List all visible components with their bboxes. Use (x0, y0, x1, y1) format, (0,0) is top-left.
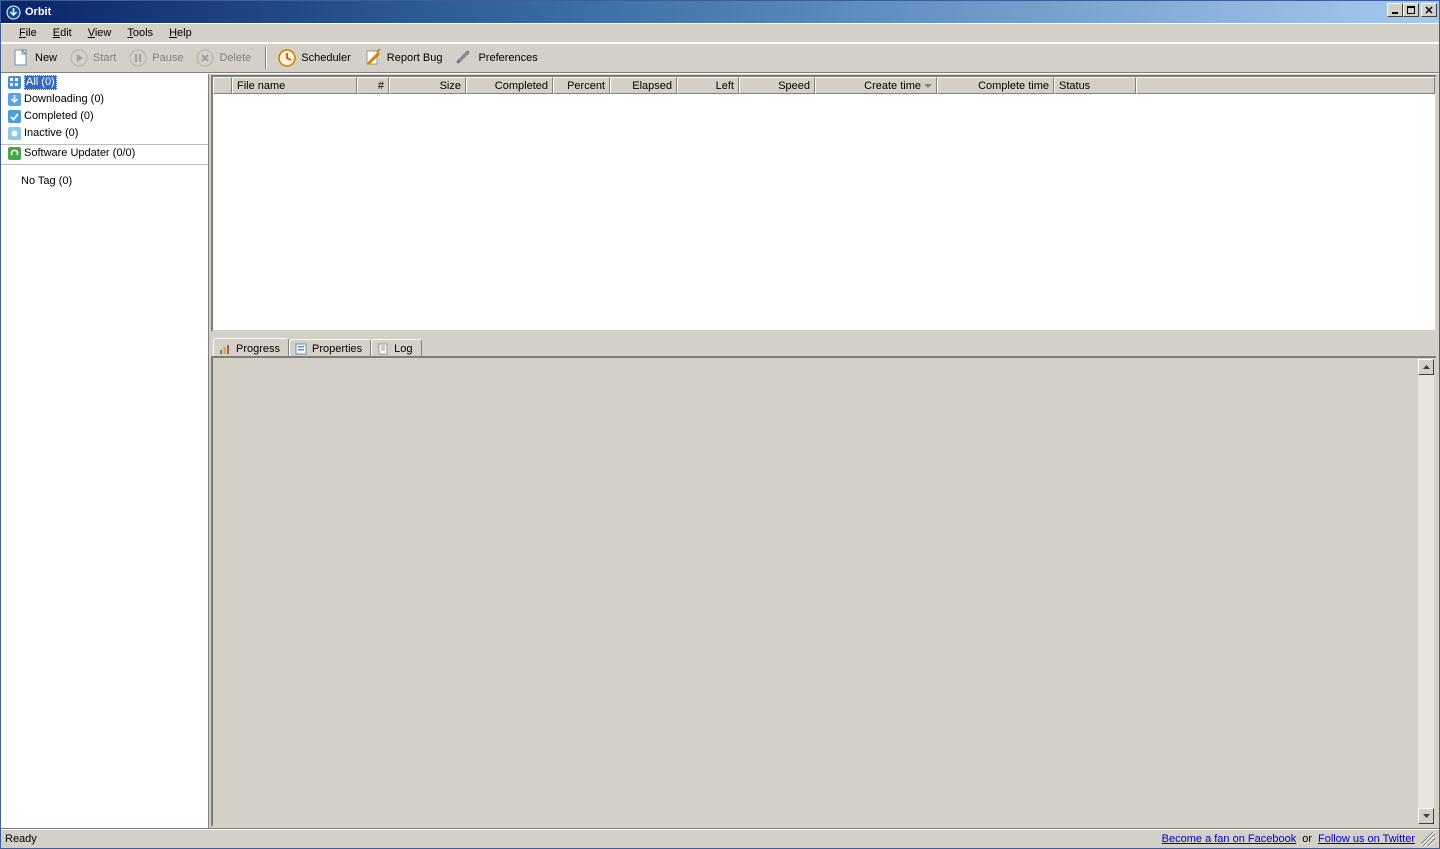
menubar: File Edit View Tools Help (1, 23, 1439, 43)
col-completed[interactable]: Completed (466, 77, 553, 94)
log-icon (376, 342, 390, 356)
col-left[interactable]: Left (677, 77, 739, 94)
sidebar-item-downloading[interactable]: Downloading (0) (1, 91, 208, 108)
sidebar-item-no-tag[interactable]: No Tag (0) (1, 173, 208, 190)
titlebar[interactable]: Orbit (1, 1, 1439, 23)
tab-properties-label: Properties (312, 343, 362, 355)
new-label: New (35, 52, 57, 64)
col-size[interactable]: Size (389, 77, 466, 94)
sidebar-item-inactive[interactable]: Inactive (0) (1, 125, 208, 142)
sidebar-label-completed: Completed (0) (24, 109, 94, 124)
tab-log[interactable]: Log (371, 339, 421, 356)
toolbar-separator (265, 47, 267, 69)
col-create-time[interactable]: Create time (815, 77, 937, 94)
detail-tabs: Progress Properties Log (211, 335, 1437, 356)
sort-desc-icon (924, 84, 932, 88)
toolbar: New Start Pause Delete Scheduler (1, 43, 1439, 73)
twitter-link[interactable]: Follow us on Twitter (1318, 833, 1415, 845)
minimize-button[interactable] (1387, 3, 1403, 17)
facebook-link[interactable]: Become a fan on Facebook (1162, 833, 1297, 845)
col-percent[interactable]: Percent (553, 77, 610, 94)
col-filler (1136, 77, 1435, 94)
download-list: File name # Size Completed Percent Elaps… (211, 75, 1437, 332)
tab-properties[interactable]: Properties (289, 339, 371, 356)
delete-button[interactable]: Delete (193, 46, 257, 70)
maximize-button[interactable] (1403, 3, 1419, 17)
tab-log-label: Log (394, 343, 412, 355)
clock-icon (277, 48, 297, 68)
col-status[interactable]: Status (1054, 77, 1136, 94)
preferences-label: Preferences (478, 52, 537, 64)
tools-icon (454, 48, 474, 68)
bug-icon (363, 48, 383, 68)
start-label: Start (93, 52, 116, 64)
delete-label: Delete (219, 52, 251, 64)
pause-label: Pause (152, 52, 183, 64)
detail-scrollbar[interactable] (1418, 359, 1434, 824)
resize-grip[interactable] (1421, 832, 1435, 846)
list-body[interactable] (213, 94, 1435, 330)
new-button[interactable]: New (9, 46, 63, 70)
report-bug-button[interactable]: Report Bug (361, 46, 449, 70)
sidebar-label-all: All (0) (24, 75, 57, 90)
scroll-track[interactable] (1418, 375, 1434, 808)
menu-edit[interactable]: Edit (45, 25, 80, 41)
chart-icon (218, 342, 232, 356)
sidebar-label-downloading: Downloading (0) (24, 92, 104, 107)
col-speed[interactable]: Speed (739, 77, 815, 94)
col-complete-time[interactable]: Complete time (937, 77, 1054, 94)
inactive-icon (7, 127, 21, 141)
updater-icon (7, 147, 21, 161)
pause-button[interactable]: Pause (126, 46, 189, 70)
menu-help[interactable]: Help (161, 25, 200, 41)
sidebar-item-completed[interactable]: Completed (0) (1, 108, 208, 125)
play-icon (69, 48, 89, 68)
report-bug-label: Report Bug (387, 52, 443, 64)
sidebar: All (0) Downloading (0) Completed (0) (1, 74, 209, 828)
delete-icon (195, 48, 215, 68)
app-icon (5, 4, 21, 20)
grid-icon (7, 76, 21, 90)
sidebar-label-no-tag: No Tag (0) (21, 174, 72, 189)
statusbar: Ready Become a fan on Facebook or Follow… (1, 828, 1439, 848)
scheduler-button[interactable]: Scheduler (275, 46, 357, 70)
properties-icon (294, 342, 308, 356)
scheduler-label: Scheduler (301, 52, 351, 64)
new-icon (11, 48, 31, 68)
status-or: or (1302, 833, 1312, 845)
menu-file[interactable]: File (11, 25, 45, 41)
tab-progress[interactable]: Progress (213, 338, 289, 357)
close-button[interactable] (1421, 3, 1437, 17)
scroll-up-button[interactable] (1418, 359, 1434, 375)
status-text: Ready (5, 833, 37, 845)
tab-progress-label: Progress (236, 343, 280, 355)
sidebar-label-updater: Software Updater (0/0) (24, 146, 135, 161)
window-title: Orbit (25, 6, 51, 18)
col-blank[interactable] (213, 77, 232, 94)
preferences-button[interactable]: Preferences (452, 46, 543, 70)
menu-view[interactable]: View (80, 25, 120, 41)
window-controls (1387, 1, 1439, 23)
col-elapsed[interactable]: Elapsed (610, 77, 677, 94)
start-button[interactable]: Start (67, 46, 122, 70)
sidebar-item-all[interactable]: All (0) (1, 74, 208, 91)
download-icon (7, 93, 21, 107)
sidebar-item-software-updater[interactable]: Software Updater (0/0) (1, 145, 208, 162)
list-header: File name # Size Completed Percent Elaps… (213, 77, 1435, 94)
col-num[interactable]: # (357, 77, 389, 94)
detail-body (211, 356, 1437, 827)
scroll-down-button[interactable] (1418, 808, 1434, 824)
pause-icon (128, 48, 148, 68)
sidebar-label-inactive: Inactive (0) (24, 126, 78, 141)
check-icon (7, 110, 21, 124)
menu-tools[interactable]: Tools (119, 25, 161, 41)
col-filename[interactable]: File name (232, 77, 357, 94)
